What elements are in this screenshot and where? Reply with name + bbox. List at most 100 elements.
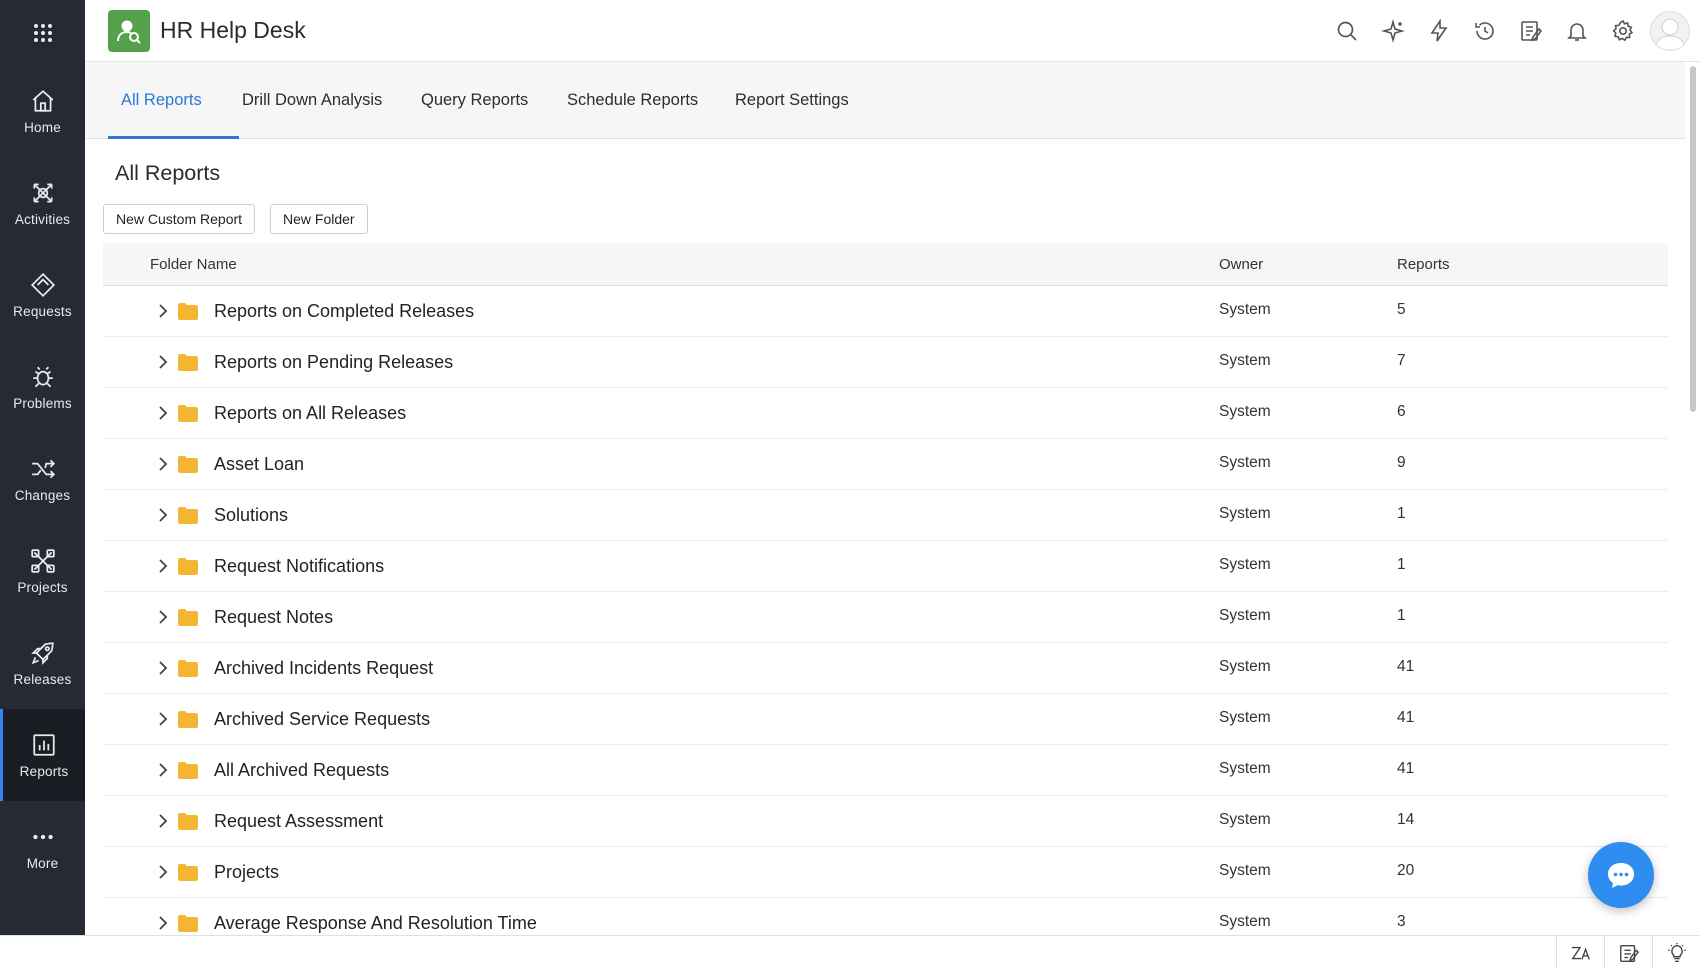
tab-query-reports[interactable]: Query Reports [421, 62, 528, 139]
table-row[interactable]: Asset Loan System 9 [103, 439, 1668, 490]
folder-owner: System [1219, 709, 1271, 726]
new-custom-report-button[interactable]: New Custom Report [103, 204, 256, 234]
folder-report-count: 20 [1397, 862, 1415, 879]
folder-report-count: 41 [1397, 658, 1415, 675]
folder-owner: System [1219, 505, 1271, 522]
lightning-icon[interactable] [1416, 8, 1462, 54]
bell-icon[interactable] [1554, 8, 1600, 54]
new-folder-button[interactable]: New Folder [270, 204, 368, 234]
folder-icon [178, 507, 198, 524]
table-row[interactable]: Average Response And Resolution Time Syst… [103, 898, 1668, 935]
table-row[interactable]: Reports on Completed Releases System 5 [103, 286, 1668, 337]
table-row[interactable]: Request Assessment System 14 [103, 796, 1668, 847]
tab-schedule-reports[interactable]: Schedule Reports [567, 62, 698, 139]
table-row[interactable]: Projects System 20 [103, 847, 1668, 898]
chevron-right-icon[interactable] [155, 609, 171, 625]
sidebar: Home Activities Requests Problems Change… [0, 0, 85, 935]
sidebar-item-projects[interactable]: Projects [0, 525, 85, 617]
gear-icon[interactable] [1600, 8, 1646, 54]
top-header: HR Help Desk [85, 0, 1700, 62]
sidebar-item-more[interactable]: More [0, 801, 85, 893]
sidebar-item-requests[interactable]: Requests [0, 249, 85, 341]
tab-drill-down-analysis[interactable]: Drill Down Analysis [242, 62, 382, 139]
folder-name[interactable]: Projects [214, 862, 279, 883]
table-row[interactable]: Solutions System 1 [103, 490, 1668, 541]
folder-report-count: 7 [1397, 352, 1406, 369]
sidebar-item-releases[interactable]: Releases [0, 617, 85, 709]
folder-report-count: 1 [1397, 556, 1406, 573]
folder-owner: System [1219, 658, 1271, 675]
header-actions [1324, 0, 1700, 62]
folder-name[interactable]: Request Assessment [214, 811, 383, 832]
sidebar-item-activities[interactable]: Activities [0, 157, 85, 249]
folder-report-count: 41 [1397, 760, 1415, 777]
table-row[interactable]: Reports on All Releases System 6 [103, 388, 1668, 439]
avatar[interactable] [1650, 11, 1690, 51]
scrollbar-thumb[interactable] [1690, 66, 1696, 412]
folder-name[interactable]: Solutions [214, 505, 288, 526]
apps-grid-icon[interactable] [0, 0, 85, 65]
vertical-scrollbar[interactable] [1686, 62, 1700, 935]
lightbulb-icon[interactable] [1652, 936, 1700, 969]
folder-report-count: 5 [1397, 301, 1406, 318]
report-tabs: All Reports Drill Down Analysis Query Re… [85, 62, 1685, 139]
table-row[interactable]: Archived Incidents Request System 41 [103, 643, 1668, 694]
table-row[interactable]: Reports on Pending Releases System 7 [103, 337, 1668, 388]
column-header-owner[interactable]: Owner [1219, 256, 1263, 273]
chevron-right-icon[interactable] [155, 405, 171, 421]
chevron-right-icon[interactable] [155, 864, 171, 880]
folder-table-body: Reports on Completed Releases System 5 Repo… [103, 286, 1668, 935]
folder-owner: System [1219, 454, 1271, 471]
folder-name[interactable]: Reports on Completed Releases [214, 301, 474, 322]
folder-icon [178, 762, 198, 779]
table-row[interactable]: Request Notifications System 1 [103, 541, 1668, 592]
chevron-right-icon[interactable] [155, 711, 171, 727]
folder-name[interactable]: Request Notifications [214, 556, 384, 577]
folder-name[interactable]: Average Response And Resolution Time [214, 913, 537, 934]
table-row[interactable]: Archived Service Requests System 41 [103, 694, 1668, 745]
table-row[interactable]: All Archived Requests System 41 [103, 745, 1668, 796]
chat-button[interactable] [1588, 842, 1654, 908]
folder-name[interactable]: Archived Service Requests [214, 709, 430, 730]
folder-name[interactable]: Reports on Pending Releases [214, 352, 453, 373]
folder-report-count: 1 [1397, 505, 1406, 522]
tab-all-reports[interactable]: All Reports [121, 62, 202, 139]
folder-name[interactable]: Archived Incidents Request [214, 658, 433, 679]
notes-icon[interactable] [1604, 936, 1652, 969]
translate-icon[interactable] [1556, 936, 1604, 969]
home-icon [32, 89, 53, 112]
app-logo[interactable] [108, 10, 150, 52]
folder-name[interactable]: Request Notes [214, 607, 333, 628]
folder-name[interactable]: All Archived Requests [214, 760, 389, 781]
sidebar-item-reports[interactable]: Reports [0, 709, 85, 801]
folder-icon [178, 558, 198, 575]
chevron-right-icon[interactable] [155, 354, 171, 370]
sidebar-item-problems[interactable]: Problems [0, 341, 85, 433]
tab-report-settings[interactable]: Report Settings [735, 62, 849, 139]
table-row[interactable]: Request Notes System 1 [103, 592, 1668, 643]
chevron-right-icon[interactable] [155, 303, 171, 319]
table-header: Folder Name Owner Reports [103, 243, 1668, 286]
chevron-right-icon[interactable] [155, 558, 171, 574]
chevron-right-icon[interactable] [155, 915, 171, 931]
history-icon[interactable] [1462, 8, 1508, 54]
sidebar-item-label: Projects [17, 579, 68, 595]
notes-icon[interactable] [1508, 8, 1554, 54]
folder-owner: System [1219, 811, 1271, 828]
ai-sparkle-icon[interactable] [1370, 8, 1416, 54]
column-header-folder-name[interactable]: Folder Name [150, 256, 237, 273]
search-icon[interactable] [1324, 8, 1370, 54]
chevron-right-icon[interactable] [155, 762, 171, 778]
chevron-right-icon[interactable] [155, 660, 171, 676]
column-header-reports[interactable]: Reports [1397, 256, 1450, 273]
folder-name[interactable]: Reports on All Releases [214, 403, 406, 424]
sidebar-item-changes[interactable]: Changes [0, 433, 85, 525]
chevron-right-icon[interactable] [155, 507, 171, 523]
chevron-right-icon[interactable] [155, 813, 171, 829]
folder-name[interactable]: Asset Loan [214, 454, 304, 475]
projects-icon [30, 548, 55, 573]
activities-icon [32, 182, 53, 203]
chevron-right-icon[interactable] [155, 456, 171, 472]
folder-icon [178, 660, 198, 677]
sidebar-item-home[interactable]: Home [0, 65, 85, 157]
